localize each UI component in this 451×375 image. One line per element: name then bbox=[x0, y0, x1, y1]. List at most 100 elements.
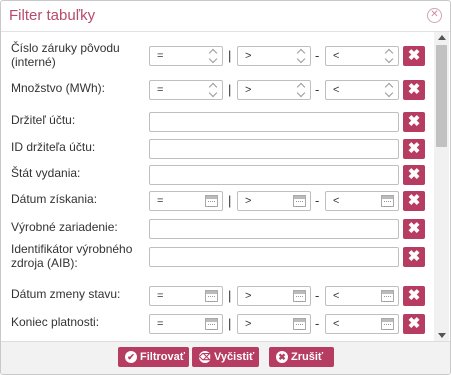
range-to-field-value: < bbox=[333, 50, 340, 62]
calendar-icon[interactable] bbox=[293, 318, 306, 330]
spinner-arrows-icon[interactable] bbox=[297, 49, 306, 63]
cancel-icon: ✖ bbox=[276, 351, 288, 363]
filter-row: Koniec platnosti: = | > - < ✖ bbox=[1, 310, 433, 338]
range-to-field[interactable]: < bbox=[325, 286, 399, 306]
range-from-field-value: > bbox=[245, 195, 252, 207]
operator-field[interactable]: = bbox=[149, 80, 223, 100]
close-icon: ✖ bbox=[407, 47, 421, 64]
filter-label: Množstvo (MWh): bbox=[11, 81, 106, 95]
cancel-button-label: Zrušiť bbox=[291, 351, 324, 363]
dash-separator: - bbox=[315, 193, 320, 208]
remove-filter-button[interactable]: ✖ bbox=[403, 46, 425, 66]
filter-label: Dátum zmeny stavu: bbox=[11, 287, 121, 301]
close-icon: ✖ bbox=[407, 113, 421, 130]
text-filter-field[interactable] bbox=[149, 139, 399, 159]
spinner-arrows-icon[interactable] bbox=[385, 83, 394, 97]
remove-filter-button[interactable]: ✖ bbox=[403, 219, 425, 239]
text-filter-field[interactable] bbox=[149, 165, 399, 185]
remove-filter-button[interactable]: ✖ bbox=[403, 286, 425, 306]
remove-filter-button[interactable]: ✖ bbox=[403, 139, 425, 159]
calendar-icon[interactable] bbox=[205, 318, 218, 330]
filter-row: Výrobné zariadenie: ✖ bbox=[1, 215, 433, 243]
scroll-thumb[interactable] bbox=[436, 45, 447, 147]
remove-filter-button[interactable]: ✖ bbox=[403, 165, 425, 185]
check-icon: ✔ bbox=[125, 351, 137, 363]
filter-button-label: Filtrovať bbox=[140, 351, 185, 363]
filter-row: Držiteľ účtu: ✖ bbox=[1, 108, 433, 136]
spinner-arrows-icon[interactable] bbox=[209, 49, 218, 63]
spinner-arrows-icon[interactable] bbox=[209, 83, 218, 97]
filter-row: ID držiteľa účtu: ✖ bbox=[1, 135, 433, 163]
range-from-field[interactable]: > bbox=[237, 314, 311, 334]
range-to-field[interactable]: < bbox=[325, 314, 399, 334]
filter-row: Štát vydania: ✖ bbox=[1, 161, 433, 189]
spinner-arrows-icon[interactable] bbox=[385, 49, 394, 63]
pipe-separator: | bbox=[228, 316, 232, 331]
operator-field-value: = bbox=[157, 50, 164, 62]
range-from-field[interactable]: > bbox=[237, 191, 311, 211]
text-filter-field[interactable] bbox=[149, 112, 399, 132]
calendar-icon[interactable] bbox=[205, 195, 218, 207]
calendar-icon[interactable] bbox=[381, 318, 394, 330]
dash-separator: - bbox=[315, 48, 320, 63]
eraser-icon: ⌫ bbox=[199, 351, 212, 363]
operator-field-value: = bbox=[157, 290, 164, 302]
range-to-field-value: < bbox=[333, 84, 340, 96]
range-from-field[interactable]: > bbox=[237, 80, 311, 100]
remove-filter-button[interactable]: ✖ bbox=[403, 80, 425, 100]
clear-button[interactable]: ⌫ Vyčistiť bbox=[192, 347, 259, 367]
filter-row: Dátum získania: = | > - < ✖ bbox=[1, 187, 433, 215]
remove-filter-button[interactable]: ✖ bbox=[403, 112, 425, 132]
operator-field[interactable]: = bbox=[149, 314, 223, 334]
pipe-separator: | bbox=[228, 193, 232, 208]
range-from-field[interactable]: > bbox=[237, 286, 311, 306]
range-to-field[interactable]: < bbox=[325, 80, 399, 100]
range-to-field[interactable]: < bbox=[325, 46, 399, 66]
filter-row: Číslo záruky pôvodu (interné) = | > - < ✖ bbox=[1, 41, 433, 70]
filter-label: Štát vydania: bbox=[11, 166, 81, 180]
pipe-separator: | bbox=[228, 48, 232, 63]
close-icon: ✖ bbox=[407, 315, 421, 332]
filter-label: Držiteľ účtu: bbox=[11, 113, 76, 127]
dialog-title: Filter tabuľky bbox=[9, 7, 96, 24]
operator-field[interactable]: = bbox=[149, 286, 223, 306]
dash-separator: - bbox=[315, 82, 320, 97]
range-from-field[interactable]: > bbox=[237, 46, 311, 66]
filter-button[interactable]: ✔ Filtrovať bbox=[118, 347, 189, 367]
remove-filter-button[interactable]: ✖ bbox=[403, 191, 425, 211]
operator-field-value: = bbox=[157, 84, 164, 96]
filter-label: Koniec platnosti: bbox=[11, 315, 100, 329]
spinner-arrows-icon[interactable] bbox=[297, 83, 306, 97]
calendar-icon[interactable] bbox=[381, 290, 394, 302]
dialog-footer: ✔ Filtrovať ⌫ Vyčistiť ✖ Zrušiť bbox=[1, 341, 450, 374]
operator-field[interactable]: = bbox=[149, 46, 223, 66]
operator-field-value: = bbox=[157, 195, 164, 207]
scroll-up-icon[interactable] bbox=[438, 35, 446, 40]
range-to-field[interactable]: < bbox=[325, 191, 399, 211]
operator-field-value: = bbox=[157, 318, 164, 330]
calendar-icon[interactable] bbox=[205, 290, 218, 302]
close-icon: ✖ bbox=[407, 248, 421, 265]
remove-filter-button[interactable]: ✖ bbox=[403, 247, 425, 267]
calendar-icon[interactable] bbox=[381, 195, 394, 207]
filter-label: Číslo záruky pôvodu (interné) bbox=[11, 41, 120, 69]
close-icon: ✖ bbox=[407, 287, 421, 304]
close-icon: ✖ bbox=[407, 81, 421, 98]
cancel-button[interactable]: ✖ Zrušiť bbox=[269, 347, 334, 367]
operator-field[interactable]: = bbox=[149, 191, 223, 211]
vertical-scrollbar[interactable] bbox=[434, 32, 449, 341]
text-filter-field[interactable] bbox=[149, 247, 399, 267]
remove-filter-button[interactable]: ✖ bbox=[403, 314, 425, 334]
calendar-icon[interactable] bbox=[293, 290, 306, 302]
calendar-icon[interactable] bbox=[293, 195, 306, 207]
filter-label: Identifikátor výrobného zdroja (AIB): bbox=[11, 242, 133, 270]
range-from-field-value: > bbox=[245, 50, 252, 62]
dialog-titlebar: Filter tabuľky ✕ bbox=[1, 1, 450, 32]
scroll-down-icon[interactable] bbox=[438, 333, 446, 338]
close-icon: ✖ bbox=[407, 166, 421, 183]
filter-label: Výrobné zariadenie: bbox=[11, 220, 118, 234]
text-filter-field[interactable] bbox=[149, 219, 399, 239]
range-to-field-value: < bbox=[333, 195, 340, 207]
range-to-field-value: < bbox=[333, 318, 340, 330]
close-circle-icon[interactable]: ✕ bbox=[427, 8, 442, 23]
